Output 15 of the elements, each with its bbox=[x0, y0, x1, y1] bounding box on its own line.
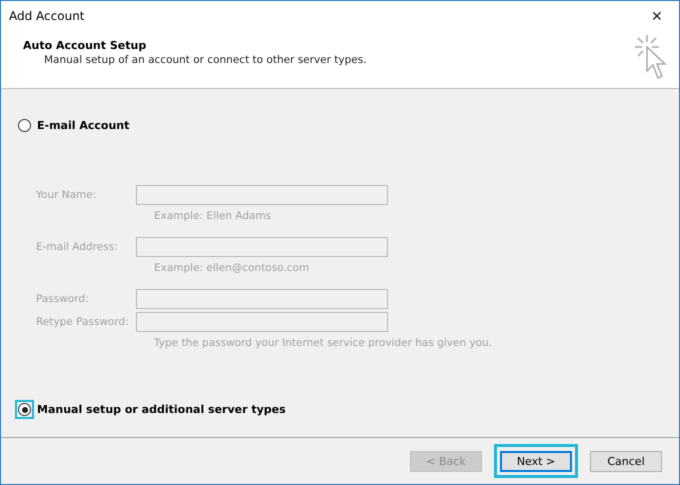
window-title: Add Account bbox=[9, 9, 84, 23]
cancel-button[interactable]: Cancel bbox=[590, 451, 662, 472]
radio-button[interactable] bbox=[15, 400, 34, 419]
radio-label[interactable]: Manual setup or additional server types bbox=[37, 403, 286, 416]
field-label: Your Name: bbox=[36, 189, 98, 201]
field-hint: Example: Ellen Adams bbox=[154, 210, 272, 222]
field-label: Retype Password: bbox=[36, 316, 130, 328]
field-label: Password: bbox=[36, 293, 90, 305]
field-hint: Type the password your Internet service provider has given you. bbox=[154, 337, 492, 349]
header-title: Auto Account Setup bbox=[23, 39, 148, 52]
radio-label[interactable]: E-mail Account bbox=[37, 119, 130, 132]
field-label: E-mail Address: bbox=[36, 241, 119, 253]
header-subtitle: Manual setup of an account or connect to other server types. bbox=[43, 54, 367, 66]
field-hint: Example: ellen@contoso.com bbox=[154, 262, 310, 274]
next-button[interactable]: Next > bbox=[500, 451, 572, 472]
